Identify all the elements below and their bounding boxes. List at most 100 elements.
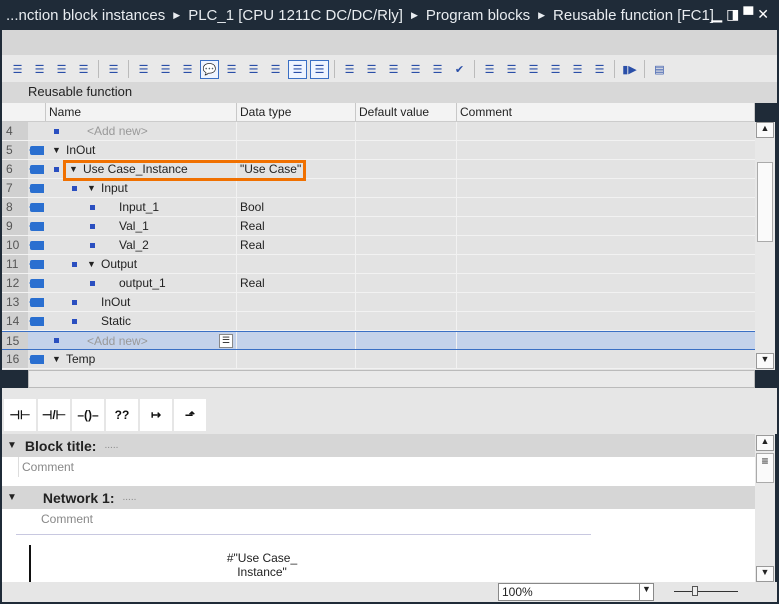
block-title-bar[interactable]: ▼ Block title:..... [2,434,755,457]
row-number[interactable]: 10 [2,236,28,254]
table-row[interactable]: 16 ▼ Temp [2,350,755,369]
expand-icon[interactable]: ▼ [87,259,101,269]
datatype-cell[interactable] [237,122,356,140]
name-cell[interactable]: <Add new> [46,122,237,140]
default-cell[interactable] [356,141,457,159]
name-cell[interactable]: Val_1 [46,217,237,235]
move-out-icon[interactable]: ☰ [524,60,543,79]
monitor-icon[interactable]: ☰ [104,60,123,79]
default-cell[interactable] [356,332,457,349]
default-cell[interactable] [356,198,457,216]
line-a-icon[interactable]: ☰ [568,60,587,79]
datatype-cell[interactable] [237,255,356,273]
default-cell[interactable] [356,350,457,368]
insert-row-icon[interactable]: ☰ [8,60,27,79]
default-cell[interactable] [356,217,457,235]
table-row[interactable]: 15 <Add new> ☰ [2,331,755,350]
table-hscroll[interactable] [28,370,755,388]
call-b-icon[interactable]: ☰ [362,60,381,79]
name-cell[interactable]: ▼ Input [46,179,237,197]
breadcrumb-1[interactable]: ...nction block instances [6,7,165,24]
datatype-cell[interactable] [237,293,356,311]
delete-row-icon[interactable]: ☰ [30,60,49,79]
comment-cell[interactable] [457,217,755,235]
comment-cell[interactable] [457,293,755,311]
breadcrumb-4[interactable]: Reusable function [FC1] [553,7,714,24]
zoom-select[interactable]: 100% ▼ [498,583,654,601]
datatype-cell[interactable]: Real [237,274,356,292]
datatype-cell[interactable] [237,350,356,368]
network-dots[interactable]: ..... [122,492,136,503]
comment-cell[interactable] [457,255,755,273]
block-view-icon[interactable]: ☰ [178,60,197,79]
row-number[interactable]: 14 [2,312,28,330]
expand-icon[interactable]: ▼ [52,145,66,155]
block-title-dots[interactable]: ..... [104,440,118,451]
nc-contact-button[interactable]: ⊣/⊢ [38,399,70,431]
network-1-bar[interactable]: ▼ Network 1:..... [2,486,755,509]
row-number[interactable]: 4 [2,122,28,140]
datatype-cell[interactable]: Real [237,236,356,254]
row-number[interactable]: 11 [2,255,28,273]
float-icon[interactable]: ◨ [726,6,743,22]
add-new-link[interactable]: <Add new> [87,124,148,138]
comment-cell[interactable] [457,274,755,292]
scroll-thumb[interactable]: ≡ [756,453,774,483]
name-cell[interactable]: ▼ Output [46,255,237,273]
block-comment[interactable]: Comment [18,457,755,477]
scroll-down-icon[interactable]: ▼ [756,566,774,582]
table-row[interactable]: 5 ▼ InOut [2,141,755,160]
row-number[interactable]: 8 [2,198,28,216]
more-icon[interactable]: ▮▶ [620,60,639,79]
name-cell[interactable]: output_1 [46,274,237,292]
comment-cell[interactable] [457,160,755,178]
comment-cell[interactable] [457,141,755,159]
scroll-up-icon[interactable]: ▲ [756,122,774,138]
minimize-icon[interactable]: ▁ [711,6,726,22]
datatype-cell[interactable] [237,332,356,349]
add-row-above-icon[interactable]: ☰ [52,60,71,79]
name-cell[interactable]: <Add new> ☰ [46,332,237,349]
col-comment[interactable]: Comment [457,103,755,121]
call-a-icon[interactable]: ☰ [340,60,359,79]
move-left-icon[interactable]: ☰ [480,60,499,79]
favorites-icon[interactable]: ☰ [310,59,329,79]
line-b-icon[interactable]: ☰ [590,60,609,79]
split-icon[interactable]: ☰ [546,60,565,79]
close-icon[interactable]: ✕ [757,6,773,22]
name-cell[interactable]: ▼ InOut [46,141,237,159]
name-cell[interactable]: Input_1 [46,198,237,216]
datatype-cell[interactable]: Bool [237,198,356,216]
row-number[interactable]: 12 [2,274,28,292]
row-number[interactable]: 9 [2,217,28,235]
no-contact-button[interactable]: ⊣⊢ [4,399,36,431]
scroll-up-icon[interactable]: ▲ [756,435,774,451]
table-row[interactable]: 13 InOut [2,293,755,312]
datatype-cell[interactable]: Real [237,217,356,235]
download-b-icon[interactable]: ☰ [244,60,263,79]
table-row[interactable]: 14 Static [2,312,755,331]
table-row[interactable]: 10 Val_2 Real [2,236,755,255]
expand-icon[interactable]: ▼ [87,183,101,193]
default-cell[interactable] [356,236,457,254]
datatype-cell[interactable] [237,312,356,330]
table-row[interactable]: 11 ▼ Output [2,255,755,274]
name-cell[interactable]: Static [46,312,237,330]
datatype-cell[interactable] [237,141,356,159]
maximize-icon[interactable]: ▀ [743,6,757,22]
name-cell[interactable]: ▼ Temp [46,350,237,368]
table-row[interactable]: 12 output_1 Real [2,274,755,293]
comment-cell[interactable] [457,236,755,254]
call-d-icon[interactable]: ☰ [406,60,425,79]
collapse-icon[interactable]: ▼ [7,440,17,451]
datatype-cell[interactable] [237,179,356,197]
breadcrumb-2[interactable]: PLC_1 [CPU 1211C DC/DC/Rly] [188,7,403,24]
check-icon[interactable]: ✔ [450,60,469,79]
add-new-link[interactable]: <Add new> [87,334,148,348]
default-cell[interactable] [356,293,457,311]
table-vscroll[interactable]: ▲ ▼ [755,122,775,370]
default-cell[interactable] [356,122,457,140]
empty-box-button[interactable]: ?? [106,399,138,431]
table-row[interactable]: 7 ▼ Input [2,179,755,198]
col-name[interactable]: Name [46,103,237,121]
